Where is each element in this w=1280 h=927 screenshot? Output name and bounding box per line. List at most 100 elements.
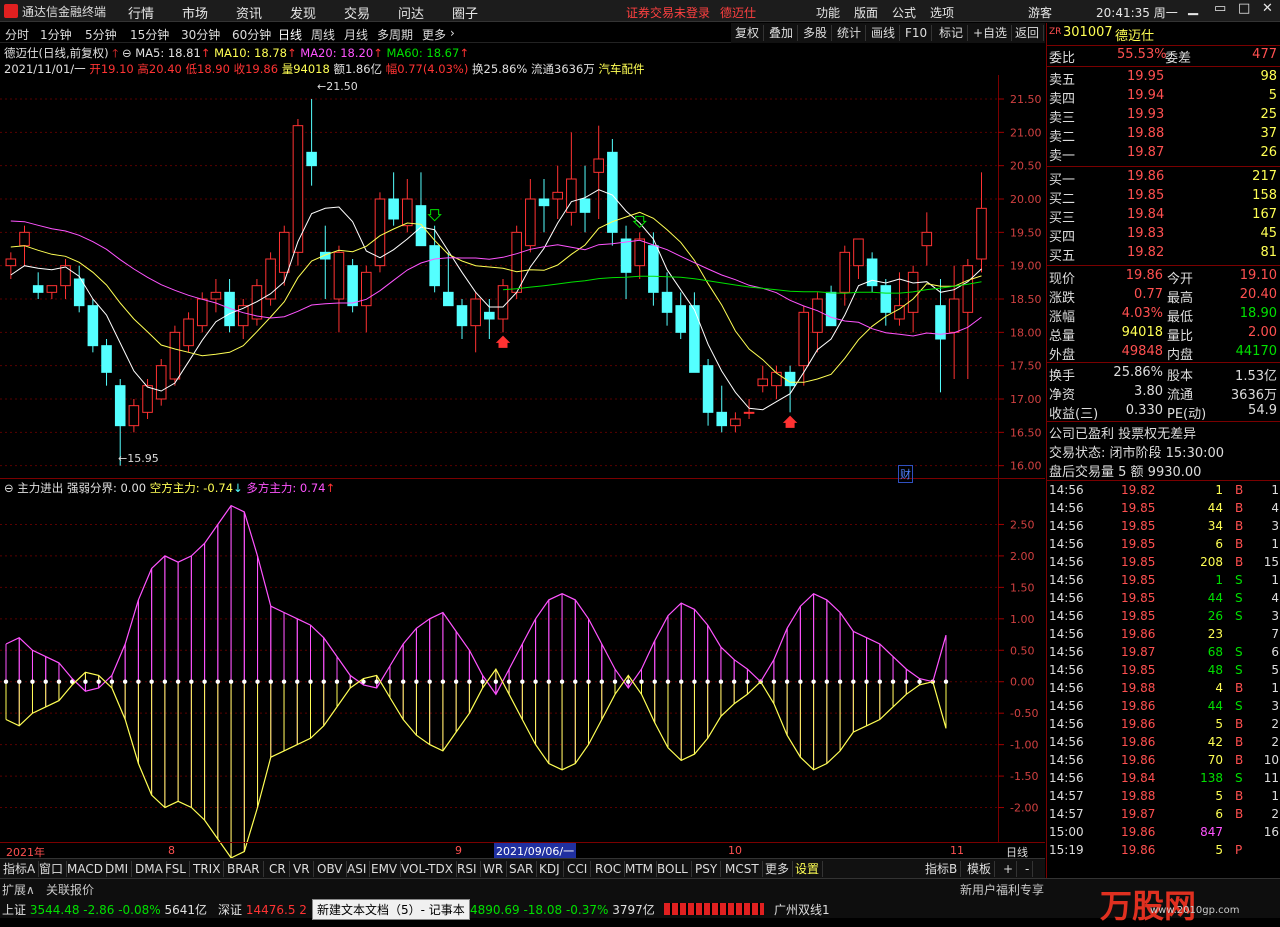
menu-item-quotes[interactable]: 行情 <box>128 3 154 22</box>
tick-row[interactable]: 14:56 19.82 1 B 1 <box>1049 483 1279 502</box>
price-tick-label: 19.50 <box>1010 226 1042 239</box>
indicator-tab[interactable]: 设置 <box>792 861 824 877</box>
expand-button[interactable]: 扩展∧ <box>2 881 35 898</box>
tick-row[interactable]: 14:57 19.88 5 B 1 <box>1049 789 1279 808</box>
indicator-toggle-icon[interactable]: ⊖ <box>4 481 14 495</box>
tick-row[interactable]: 14:56 19.86 44 S 3 <box>1049 699 1279 718</box>
tab-30min[interactable]: 30分钟 <box>181 26 220 43</box>
tab-monthly[interactable]: 月线 <box>344 26 368 43</box>
remove-indicator-icon[interactable]: - <box>1022 861 1034 877</box>
user-label[interactable]: 游客 <box>1028 4 1052 21</box>
menu-item-news[interactable]: 资讯 <box>236 3 262 22</box>
day-sector[interactable]: 汽车配件 <box>598 62 644 76</box>
tick-row[interactable]: 14:56 19.84 138 S 11 <box>1049 771 1279 790</box>
tick-row[interactable]: 14:56 19.85 208 B 15 <box>1049 555 1279 574</box>
minimize-icon[interactable]: ▁ <box>1188 1 1198 16</box>
tick-row[interactable]: 14:56 19.85 48 S 5 <box>1049 663 1279 682</box>
menu-item-circle[interactable]: 圈子 <box>452 3 478 22</box>
indicator-tab[interactable]: MTM <box>622 861 658 877</box>
taskbar-notepad[interactable]: 新建文本文档（5）- 记事本 <box>312 899 470 920</box>
multi-stock-button[interactable]: 多股 <box>799 25 833 41</box>
restore-rights-button[interactable]: 复权 <box>731 25 765 41</box>
tick-row[interactable]: 14:56 19.86 42 B 2 <box>1049 735 1279 754</box>
tab-15min[interactable]: 15分钟 <box>130 26 169 43</box>
tick-row[interactable]: 14:56 19.85 44 B 4 <box>1049 501 1279 520</box>
back-button[interactable]: 返回 <box>1011 25 1045 41</box>
indicator-tab[interactable]: VOL-TDX <box>398 861 457 877</box>
indicator-tab[interactable]: EMV <box>368 861 402 877</box>
indicator-tab[interactable]: DMI <box>102 861 133 877</box>
menu-item-trade[interactable]: 交易 <box>344 3 370 22</box>
tab-1min[interactable]: 1分钟 <box>40 26 72 43</box>
server-label[interactable]: 广州双线1 <box>774 901 830 918</box>
menu-item-function[interactable]: 功能 <box>816 4 840 21</box>
maximize-icon[interactable]: □ <box>1238 1 1250 16</box>
tick-row[interactable]: 14:56 19.88 4 B 1 <box>1049 681 1279 700</box>
indicator-tab[interactable]: FSL <box>162 861 190 877</box>
indicator-tab[interactable]: MCST <box>722 861 763 877</box>
indicator-tab[interactable]: KDJ <box>536 861 564 877</box>
tick-row[interactable]: 14:56 19.85 26 S 3 <box>1049 609 1279 628</box>
tick-row[interactable]: 14:56 19.85 44 S 4 <box>1049 591 1279 610</box>
tick-row[interactable]: 15:19 19.86 5 P <box>1049 843 1279 862</box>
indicator-tab[interactable]: CCI <box>564 861 592 877</box>
related-quote-button[interactable]: 关联报价 <box>46 881 94 898</box>
tick-row[interactable]: 14:56 19.85 6 B 1 <box>1049 537 1279 556</box>
template-tab[interactable]: 模板 <box>964 861 996 877</box>
financial-report-marker[interactable]: 财 <box>898 465 913 483</box>
indicator-tab[interactable]: ASI <box>344 861 371 877</box>
tick-row[interactable]: 14:56 19.87 68 S 6 <box>1049 645 1279 664</box>
tick-row[interactable]: 14:56 19.86 5 B 2 <box>1049 717 1279 736</box>
indicator-tab[interactable]: 指标A <box>0 861 40 877</box>
indicator-tab[interactable]: TRIX <box>190 861 225 877</box>
kline-chart[interactable]: 21.50 21.00 20.50 20.00 19.50 19.00 18.50 18.00… <box>0 75 1045 858</box>
add-indicator-icon[interactable]: + <box>1000 861 1018 877</box>
promo-label[interactable]: 新用户福利专享 <box>960 881 1044 898</box>
f10-button[interactable]: F10 <box>901 25 933 41</box>
add-watchlist-button[interactable]: +自选 <box>969 25 1013 41</box>
tab-intraday[interactable]: 分时 <box>5 26 29 43</box>
menu-item-ask[interactable]: 问达 <box>398 3 424 22</box>
indicator-tab[interactable]: BRAR <box>224 861 264 877</box>
close-icon[interactable]: ✕ <box>1262 1 1273 16</box>
mark-button[interactable]: 标记 <box>935 25 969 41</box>
indicator-tab[interactable]: VR <box>290 861 314 877</box>
overlay-button[interactable]: 叠加 <box>765 25 799 41</box>
restore-icon[interactable]: ▭ <box>1214 1 1226 16</box>
legend-toggle-icon[interactable]: ⊖ <box>122 46 132 60</box>
tick-row[interactable]: 14:56 19.86 23 7 <box>1049 627 1279 646</box>
draw-line-button[interactable]: 画线 <box>867 25 901 41</box>
tab-multi-period[interactable]: 多周期 <box>377 26 413 43</box>
indicator-tab[interactable]: MACD <box>64 861 107 877</box>
tab-daily[interactable]: 日线 <box>278 26 302 43</box>
indicator-tab[interactable]: WR <box>480 861 508 877</box>
indicator-tab[interactable]: BOLL <box>654 861 692 877</box>
statistics-button[interactable]: 统计 <box>833 25 867 41</box>
menu-item-layout[interactable]: 版面 <box>854 4 878 21</box>
tick-row[interactable]: 14:56 19.85 1 S 1 <box>1049 573 1279 592</box>
indicator-tab[interactable]: CR <box>266 861 290 877</box>
menu-item-discover[interactable]: 发现 <box>290 3 316 22</box>
login-status[interactable]: 证券交易未登录 <box>626 4 710 21</box>
indicator-tab[interactable]: RSI <box>454 861 481 877</box>
indicator-tab[interactable]: PSY <box>692 861 722 877</box>
more-arrow-icon[interactable]: › <box>450 26 455 40</box>
tick-row[interactable]: 14:57 19.87 6 B 2 <box>1049 807 1279 826</box>
tab-more[interactable]: 更多 <box>422 26 446 43</box>
indicator-tab[interactable]: 更多 <box>762 861 794 877</box>
indicator-tab[interactable]: 窗口 <box>36 861 68 877</box>
menu-item-formula[interactable]: 公式 <box>892 4 916 21</box>
indicator-b-tab[interactable]: 指标B <box>922 861 962 877</box>
indicator-tab[interactable]: ROC <box>592 861 626 877</box>
tab-weekly[interactable]: 周线 <box>311 26 335 43</box>
tick-row[interactable]: 15:00 19.86 847 16 <box>1049 825 1279 844</box>
indicator-tab[interactable]: SAR <box>506 861 538 877</box>
tab-5min[interactable]: 5分钟 <box>85 26 117 43</box>
tick-row[interactable]: 14:56 19.86 70 B 10 <box>1049 753 1279 772</box>
tab-60min[interactable]: 60分钟 <box>232 26 271 43</box>
indicator-tab[interactable]: OBV <box>314 861 347 877</box>
menu-item-options[interactable]: 选项 <box>930 4 954 21</box>
tick-row[interactable]: 14:56 19.85 34 B 3 <box>1049 519 1279 538</box>
indicator-name[interactable]: 主力进出 <box>17 481 63 495</box>
menu-item-market[interactable]: 市场 <box>182 3 208 22</box>
